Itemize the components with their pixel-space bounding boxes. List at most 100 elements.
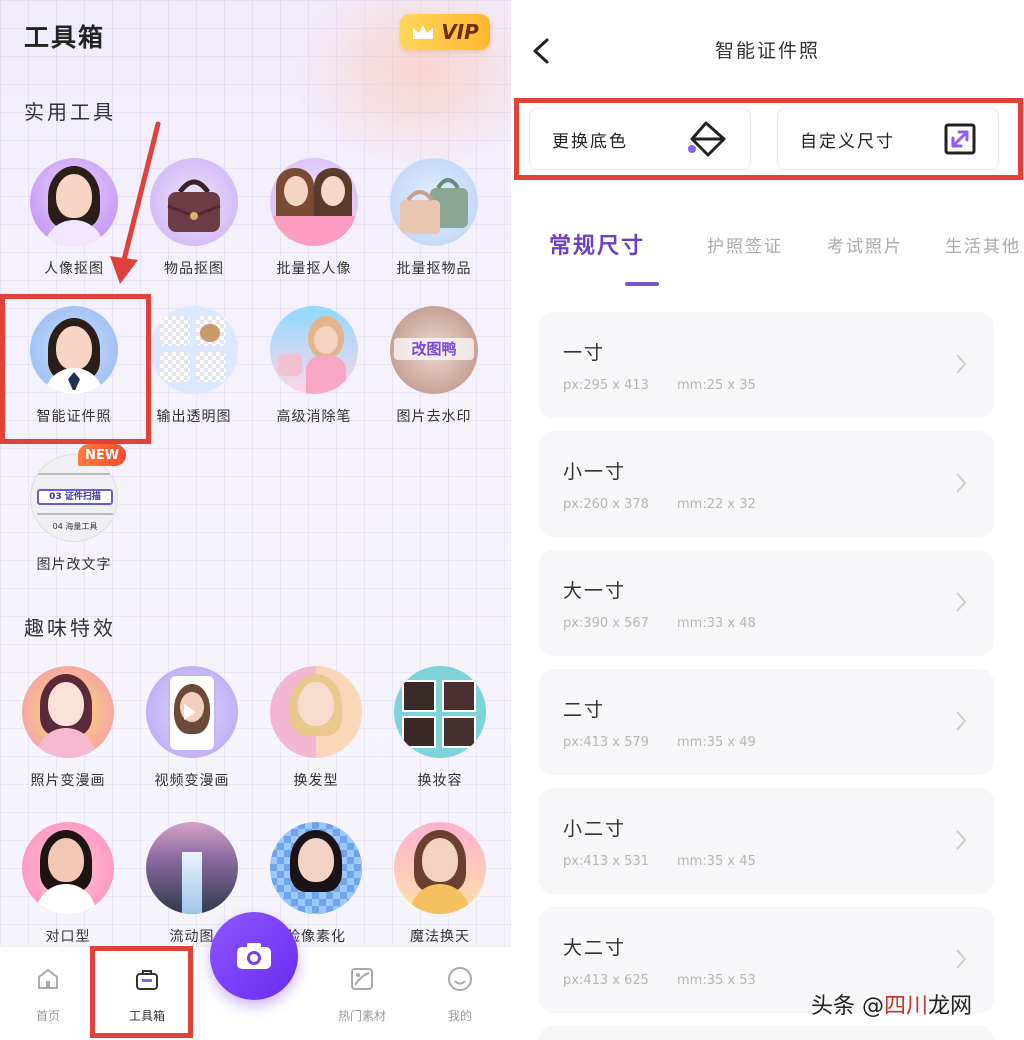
- hairstyle-icon: [270, 666, 362, 758]
- tool-transparent-output[interactable]: 输出透明图: [144, 306, 244, 426]
- photo-to-comic-icon: [22, 666, 114, 758]
- tab-regular-size[interactable]: 常规尺寸: [549, 228, 645, 260]
- chevron-right-icon: [956, 354, 967, 374]
- nav-profile[interactable]: 我的: [420, 965, 500, 1024]
- tool-sky-replace[interactable]: 魔法换天: [390, 822, 490, 946]
- nav-label: 首页: [35, 1009, 60, 1023]
- custom-size-button[interactable]: 自定义尺寸: [777, 108, 999, 170]
- tool-label: 批量抠物品: [396, 261, 472, 277]
- action-label: 更换底色: [552, 131, 628, 152]
- size-px: px:260 x 378: [563, 497, 649, 512]
- change-background-button[interactable]: 更换底色: [529, 108, 751, 170]
- screenshot-root: 工具箱 VIP 实用工具 人像抠图 物品抠图 批量抠人像 批量抠物品 智能证件照…: [0, 0, 1024, 1040]
- size-mm: mm:35 x 53: [677, 973, 756, 988]
- nav-toolbox[interactable]: 工具箱: [107, 965, 187, 1024]
- size-name: 大一寸: [563, 580, 627, 602]
- size-name: 小二寸: [563, 818, 627, 840]
- eraser-pen-icon: [270, 306, 358, 394]
- tool-batch-portrait[interactable]: 批量抠人像: [264, 158, 364, 278]
- nav-home[interactable]: 首页: [8, 965, 88, 1024]
- tool-watermark-remove[interactable]: 改图鸭 图片去水印: [384, 306, 484, 426]
- tool-eraser-pen[interactable]: 高级消除笔: [264, 306, 364, 426]
- tool-label: 批量抠人像: [276, 261, 352, 277]
- toolbox-icon: [136, 970, 158, 990]
- chevron-right-icon: [956, 473, 967, 493]
- active-tab-indicator: [625, 282, 659, 286]
- watermark-prefix: 头条 @: [811, 994, 884, 1019]
- tool-label: 智能证件照: [36, 409, 112, 425]
- annotation-arrow: [110, 121, 161, 284]
- makeup-icon: [394, 666, 486, 758]
- tool-makeup[interactable]: 换妆容: [390, 666, 490, 790]
- action-label: 自定义尺寸: [800, 131, 895, 152]
- size-name: 一寸: [563, 342, 606, 364]
- size-name: 小一寸: [563, 461, 627, 483]
- nav-label: 工具箱: [128, 1009, 165, 1023]
- vip-label: VIP: [441, 20, 479, 44]
- chevron-right-icon: [956, 830, 967, 850]
- tool-label: 对口型: [45, 929, 91, 945]
- tool-id-photo[interactable]: 智能证件照: [24, 306, 124, 426]
- nav-materials[interactable]: 热门素材: [322, 965, 402, 1024]
- pixelate-face-icon: [270, 822, 362, 914]
- size-option[interactable]: 一寸 px:295 x 413 mm:25 x 35: [539, 312, 994, 418]
- tab-exam-photo[interactable]: 考试照片: [827, 232, 903, 257]
- tool-video-to-comic[interactable]: 视频变漫画: [142, 666, 242, 790]
- size-mm: mm:22 x 32: [677, 497, 756, 512]
- flow-image-icon: [146, 822, 238, 914]
- tool-label: 换妆容: [417, 773, 463, 789]
- size-px: px:413 x 579: [563, 735, 649, 750]
- profile-icon: [448, 967, 472, 991]
- edit-text-icon: 03 证件扫描 04 海量工具: [30, 454, 118, 542]
- chevron-right-icon: [956, 592, 967, 612]
- chevron-right-icon: [956, 711, 967, 731]
- tool-label: 图片去水印: [396, 409, 472, 425]
- lipsync-icon: [22, 822, 114, 914]
- size-mm: mm:25 x 35: [677, 378, 756, 393]
- tool-label: 照片变漫画: [30, 773, 106, 789]
- size-name: 二寸: [563, 699, 606, 721]
- size-px: px:295 x 413: [563, 378, 649, 393]
- size-option[interactable]: 二寸 px:413 x 579 mm:35 x 49: [539, 669, 994, 775]
- tool-photo-to-comic[interactable]: 照片变漫画: [18, 666, 118, 790]
- batch-items-icon: [390, 158, 478, 246]
- camera-icon: [237, 943, 271, 969]
- tool-label: 高级消除笔: [276, 409, 352, 425]
- size-mm: mm:33 x 48: [677, 616, 756, 631]
- tool-label: 输出透明图: [156, 409, 232, 425]
- size-mm: mm:35 x 45: [677, 854, 756, 869]
- page-title: 工具箱: [24, 23, 106, 52]
- home-icon: [38, 969, 58, 989]
- transparent-output-icon: [150, 306, 238, 394]
- nav-label: 热门素材: [337, 1009, 386, 1023]
- tool-label: 换发型: [293, 773, 339, 789]
- watermark-highlight: 四川: [884, 994, 929, 1019]
- paint-bucket-icon: [688, 121, 726, 157]
- tool-hairstyle[interactable]: 换发型: [266, 666, 366, 790]
- tool-batch-items[interactable]: 批量抠物品: [384, 158, 484, 278]
- size-tabs: 常规尺寸 护照签证 考试照片 生活其他: [549, 232, 1024, 288]
- tool-label: 图片改文字: [36, 557, 112, 573]
- size-mm: mm:35 x 49: [677, 735, 756, 750]
- size-px: px:413 x 531: [563, 854, 649, 869]
- size-option[interactable]: 小一寸 px:260 x 378 mm:22 x 32: [539, 431, 994, 537]
- nav-label: 我的: [447, 1009, 472, 1023]
- size-option[interactable]: 大一寸 px:390 x 567 mm:33 x 48: [539, 550, 994, 656]
- tab-life-other[interactable]: 生活其他: [945, 232, 1021, 257]
- batch-portrait-icon: [270, 158, 358, 246]
- size-option-partial[interactable]: [539, 1026, 994, 1040]
- tool-label: 视频变漫画: [154, 773, 230, 789]
- watermark-suffix: 龙网: [928, 994, 973, 1019]
- new-badge: NEW: [78, 444, 126, 466]
- watermark-remove-icon: 改图鸭: [390, 306, 478, 394]
- resize-icon: [944, 123, 976, 155]
- chevron-right-icon: [956, 949, 967, 969]
- id-photo-icon: [30, 306, 118, 394]
- size-option[interactable]: 小二寸 px:413 x 531 mm:35 x 45: [539, 788, 994, 894]
- tab-passport-visa[interactable]: 护照签证: [707, 232, 783, 257]
- section-title-fun: 趣味特效: [24, 616, 116, 640]
- tool-edit-text[interactable]: 03 证件扫描 04 海量工具 图片改文字: [24, 454, 124, 574]
- tool-lipsync[interactable]: 对口型: [18, 822, 118, 946]
- vip-button[interactable]: VIP: [400, 14, 490, 50]
- camera-button[interactable]: [210, 912, 298, 1000]
